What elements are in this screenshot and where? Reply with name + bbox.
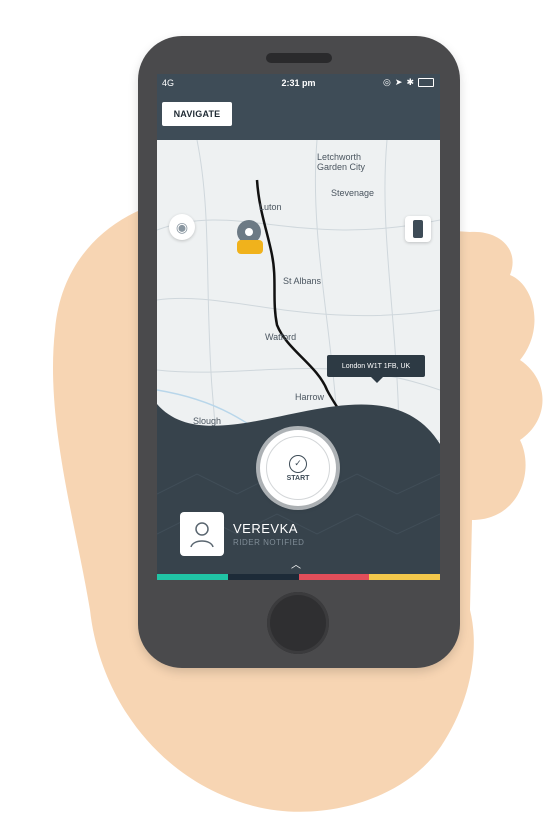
strip-segment-2 (227, 574, 299, 580)
rider-name: VEREVKA (233, 521, 298, 536)
map-label-st-albans: St Albans (283, 276, 322, 286)
start-button-inner: ✓ START (266, 436, 330, 500)
speaker (266, 53, 332, 63)
navigate-button[interactable]: NAVIGATE (162, 102, 232, 126)
start-ride-button[interactable]: ✓ START (260, 430, 336, 506)
map-label-watford: Watford (265, 332, 297, 342)
navigation-icon: ➤ (394, 77, 403, 87)
status-icons: ◎ ➤ ✱ (383, 77, 434, 88)
strip-segment-1 (157, 574, 228, 580)
chevron-up-icon[interactable]: ︿ (291, 556, 301, 571)
strip-segment-3 (298, 574, 370, 580)
battery-icon (418, 78, 434, 87)
person-icon (190, 522, 214, 548)
color-strip (157, 574, 440, 580)
header-bar: NAVIGATE (157, 92, 440, 140)
map-label-stevenage: Stevenage (331, 188, 375, 198)
home-button[interactable] (267, 592, 329, 654)
traffic-light-icon (413, 220, 423, 238)
rider-avatar-icon[interactable] (180, 512, 224, 556)
destination-tooltip: London W1T 1FB, UK (327, 355, 425, 383)
rider-status: RIDER NOTIFIED (233, 538, 305, 547)
map-label-luton: Luton (259, 202, 282, 212)
taxi-car-icon (237, 240, 263, 254)
status-bar: 4G 2:31 pm ◎ ➤ ✱ (157, 74, 440, 92)
driver-marker-dot (245, 228, 253, 236)
screen: 4G 2:31 pm ◎ ➤ ✱ NAVIGATE Letchworth Gar… (157, 74, 440, 580)
map-label-letchworth: Letchworth Garden City (317, 152, 366, 172)
checkmark-icon: ✓ (289, 454, 307, 473)
bluetooth-icon: ✱ (406, 77, 414, 87)
traffic-toggle-button[interactable] (405, 216, 431, 242)
location-icon: ◎ (383, 77, 391, 87)
location-compass-button[interactable]: ◉ (169, 214, 195, 240)
strip-segment-4 (369, 574, 440, 580)
crosshair-icon: ◉ (175, 218, 189, 235)
map-label-harrow: Harrow (295, 392, 325, 402)
start-label: START (286, 474, 310, 482)
